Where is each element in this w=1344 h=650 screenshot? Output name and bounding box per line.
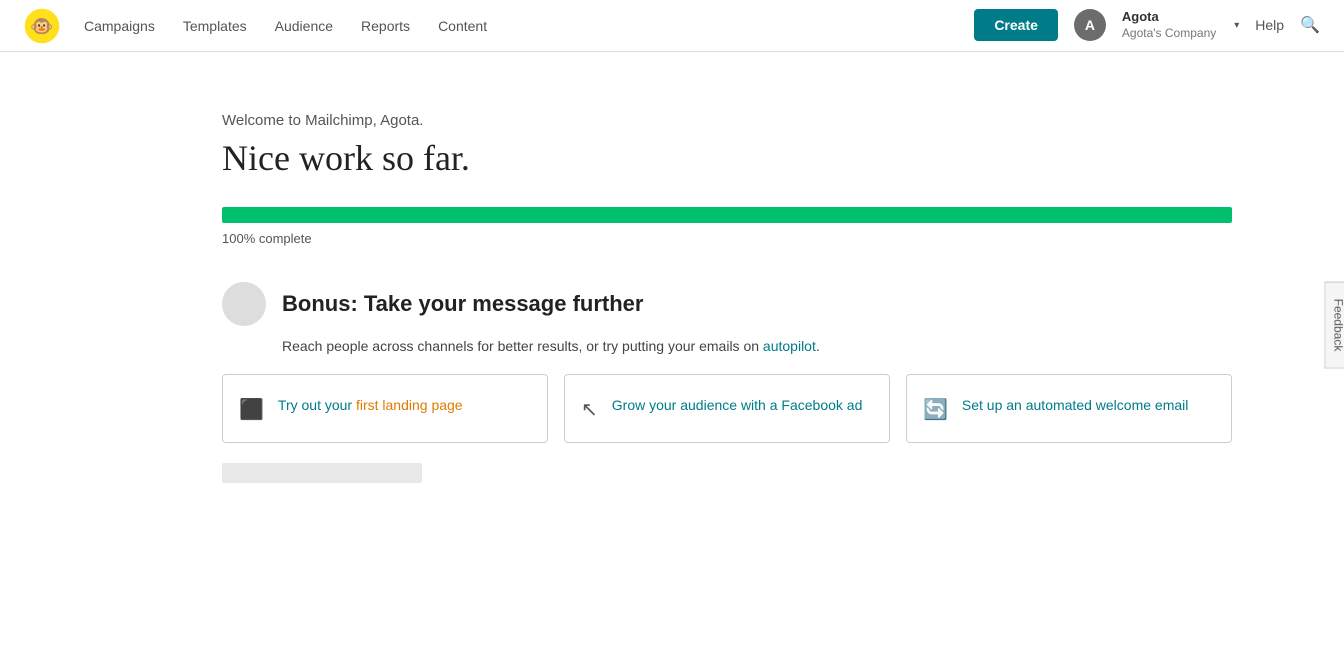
facebook-ad-link: Facebook ad [781, 397, 862, 413]
landing-page-card[interactable]: ⬛ Try out your first landing page [222, 374, 548, 443]
user-name: Agota [1122, 9, 1216, 26]
create-button[interactable]: Create [974, 9, 1058, 41]
landing-page-icon: ⬛ [239, 397, 264, 422]
nav-right: Create A Agota Agota's Company ▾ Help 🔍 [974, 9, 1320, 41]
user-info: Agota Agota's Company [1122, 9, 1216, 41]
autopilot-link[interactable]: autopilot [763, 338, 816, 354]
progress-bar-fill [222, 207, 1232, 223]
nav-reports[interactable]: Reports [361, 18, 410, 34]
progress-label: 100% complete [222, 231, 1232, 246]
welcome-email-card[interactable]: 🔄 Set up an automated welcome email [906, 374, 1232, 443]
nav-audience[interactable]: Audience [275, 18, 333, 34]
bonus-description: Reach people across channels for better … [282, 338, 1232, 354]
help-link[interactable]: Help [1255, 17, 1284, 33]
main-content: Welcome to Mailchimp, Agota. Nice work s… [72, 52, 1272, 523]
facebook-ad-text: Grow your audience with a Facebook ad [612, 395, 863, 416]
nav-content[interactable]: Content [438, 18, 487, 34]
svg-text:🐵: 🐵 [30, 15, 53, 36]
nav-campaigns[interactable]: Campaigns [84, 18, 155, 34]
navbar: 🐵 Campaigns Templates Audience Reports C… [0, 0, 1344, 52]
mailchimp-logo[interactable]: 🐵 [24, 8, 60, 44]
avatar[interactable]: A [1074, 9, 1106, 41]
bonus-header: Bonus: Take your message further [222, 282, 1232, 326]
chevron-down-icon[interactable]: ▾ [1234, 20, 1239, 31]
progress-bar-container [222, 207, 1232, 223]
landing-page-text: Try out your first landing page [278, 395, 463, 416]
welcome-email-icon: 🔄 [923, 397, 948, 422]
bottom-partial-element [222, 463, 422, 483]
bonus-section: Bonus: Take your message further Reach p… [222, 282, 1232, 483]
bonus-desc-text: Reach people across channels for better … [282, 338, 763, 354]
nav-templates[interactable]: Templates [183, 18, 247, 34]
welcome-email-link: welcome email [1096, 397, 1189, 413]
facebook-ad-icon: ↖ [581, 397, 598, 422]
welcome-text: Welcome to Mailchimp, Agota. [222, 112, 1232, 129]
feedback-tab[interactable]: Feedback [1325, 282, 1344, 369]
cards-row: ⬛ Try out your first landing page ↖ Grow… [222, 374, 1232, 443]
search-icon[interactable]: 🔍 [1300, 15, 1320, 35]
page-headline: Nice work so far. [222, 137, 1232, 179]
welcome-email-text: Set up an automated welcome email [962, 395, 1188, 416]
bonus-icon [222, 282, 266, 326]
bonus-title: Bonus: Take your message further [282, 291, 643, 317]
first-landing-page-link: first landing page [356, 397, 463, 413]
user-company: Agota's Company [1122, 26, 1216, 42]
nav-links: Campaigns Templates Audience Reports Con… [84, 18, 974, 34]
facebook-ad-card[interactable]: ↖ Grow your audience with a Facebook ad [564, 374, 890, 443]
bonus-desc-end: . [816, 338, 820, 354]
